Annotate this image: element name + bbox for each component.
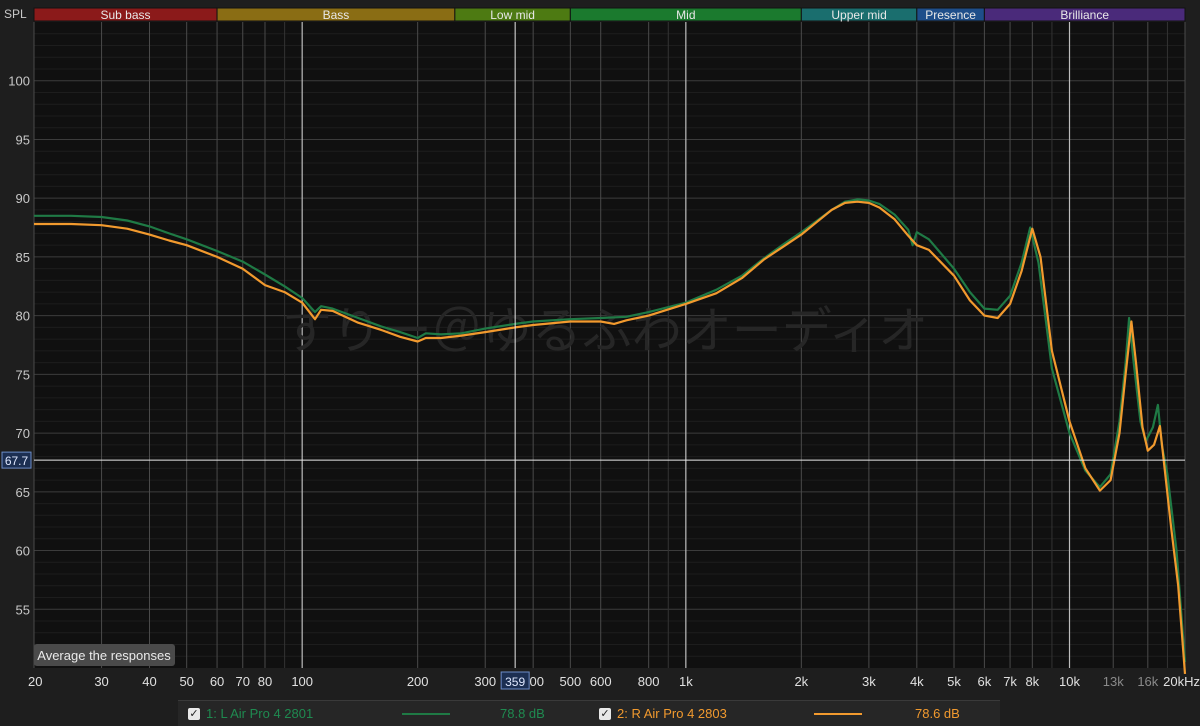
band-label-6: Brilliance — [1060, 8, 1109, 22]
cursor-x-readout: 359 — [505, 675, 525, 689]
legend-bar: ✓ 1: L Air Pro 4 2801 78.8 dB ✓ 2: R Air… — [178, 700, 1000, 726]
x-tick-label-25: 20kHz — [1163, 674, 1200, 689]
x-tick-label-16: 3k — [862, 674, 876, 689]
x-tick-label-2: 40 — [142, 674, 156, 689]
frequency-response-chart: Sub bass Bass Low mid Mid Upper mid Presence B… — [0, 0, 1200, 700]
x-tick-label-18: 5k — [947, 674, 961, 689]
y-tick-label-0: 55 — [16, 602, 30, 617]
x-tick-label-5: 70 — [236, 674, 250, 689]
x-tick-label-0: 20 — [28, 674, 42, 689]
checkbox-left[interactable]: ✓ — [188, 707, 200, 720]
y-tick-label-5: 80 — [16, 309, 30, 324]
y-tick-label-8: 95 — [16, 132, 30, 147]
x-tick-label-8: 200 — [407, 674, 429, 689]
x-tick-label-12: 600 — [590, 674, 612, 689]
y-tick-label-6: 85 — [16, 250, 30, 265]
y-tick-label-7: 90 — [16, 191, 30, 206]
checkbox-right[interactable]: ✓ — [599, 707, 611, 720]
x-tick-label-6: 80 — [258, 674, 272, 689]
legend-item-right[interactable]: ✓ 2: R Air Pro 4 2803 — [599, 701, 727, 726]
x-tick-label-7: 100 — [291, 674, 313, 689]
x-tick-label-22: 10k — [1059, 674, 1080, 689]
band-label-2: Low mid — [490, 8, 535, 22]
legend-name-right: 2: R Air Pro 4 2803 — [617, 706, 727, 721]
legend-value-left: 78.8 dB — [500, 706, 545, 721]
band-label-1: Bass — [323, 8, 350, 22]
average-responses-label: Average the responses — [37, 648, 171, 663]
x-tick-label-14: 1k — [679, 674, 693, 689]
x-tick-label-19: 6k — [978, 674, 992, 689]
x-tick-label-21: 8k — [1025, 674, 1039, 689]
legend-swatch-right — [814, 713, 862, 715]
cursor-y-readout: 67.7 — [5, 454, 29, 468]
band-label-5: Presence — [925, 8, 976, 22]
y-tick-label-9: 100 — [8, 74, 30, 89]
band-label-3: Mid — [676, 8, 695, 22]
x-tick-label-23: 13k — [1103, 674, 1124, 689]
x-tick-label-11: 500 — [559, 674, 581, 689]
legend-name-left: 1: L Air Pro 4 2801 — [206, 706, 314, 721]
band-label-4: Upper mid — [831, 8, 886, 22]
x-tick-label-3: 50 — [179, 674, 193, 689]
x-tick-label-9: 300 — [474, 674, 496, 689]
x-tick-label-1: 30 — [94, 674, 108, 689]
x-tick-label-24: 16k — [1137, 674, 1158, 689]
legend-item-left[interactable]: ✓ 1: L Air Pro 4 2801 — [188, 701, 313, 726]
x-tick-label-4: 60 — [210, 674, 224, 689]
legend-swatch-left — [402, 713, 450, 715]
y-tick-label-2: 65 — [16, 485, 30, 500]
y-axis-label: SPL — [4, 7, 27, 21]
y-tick-label-4: 75 — [16, 367, 30, 382]
x-tick-label-15: 2k — [794, 674, 808, 689]
x-tick-label-17: 4k — [910, 674, 924, 689]
x-tick-label-20: 7k — [1003, 674, 1017, 689]
x-tick-label-13: 800 — [638, 674, 660, 689]
legend-value-right: 78.6 dB — [915, 706, 960, 721]
watermark: すりー＠ゆるふわオーディオ — [282, 302, 929, 360]
y-tick-label-1: 60 — [16, 544, 30, 559]
band-label-0: Sub bass — [101, 8, 151, 22]
average-responses-button[interactable]: Average the responses — [34, 644, 175, 666]
frequency-bands: Sub bass Bass Low mid Mid Upper mid Presence B… — [33, 7, 1186, 22]
y-tick-label-3: 70 — [16, 426, 30, 441]
